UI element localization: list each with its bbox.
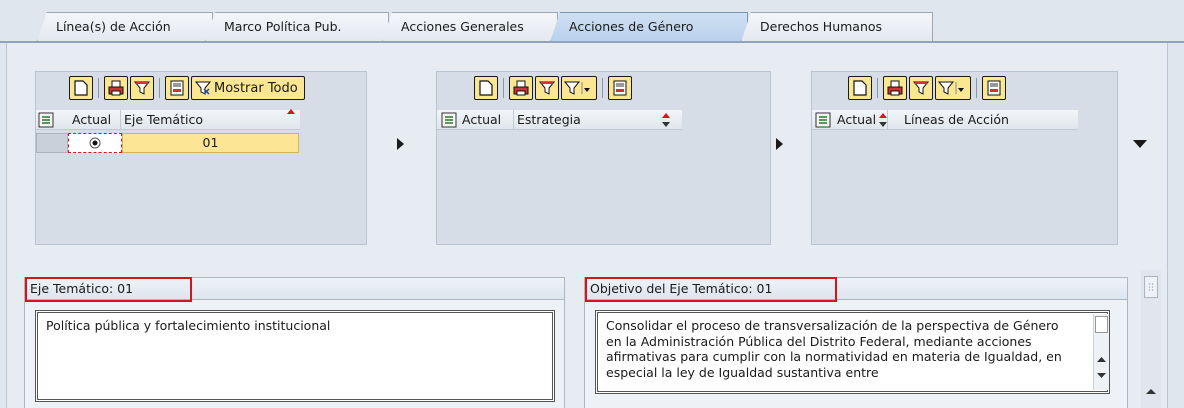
expand-right-icon[interactable] — [776, 138, 783, 150]
select-all-icon[interactable] — [815, 112, 831, 128]
toolbar-separator — [976, 78, 977, 98]
panel1-toolbar: Mostrar Todo — [69, 75, 305, 101]
filter-dropdown-icon[interactable] — [935, 76, 971, 100]
new-document-icon[interactable] — [69, 76, 93, 100]
panel2-header: Actual Estrategia — [437, 110, 682, 130]
panel3-header: Actual Líneas de Acción — [812, 110, 1078, 130]
tab-acciones-genero[interactable]: Acciones de Género — [550, 12, 748, 42]
page-scroll-thumb[interactable] — [1144, 276, 1158, 298]
tab-strip: Línea(s) de Acción Marco Política Pub. A… — [0, 0, 1184, 42]
filter-icon[interactable] — [130, 76, 154, 100]
col-eje-tematico[interactable]: Eje Temático — [121, 110, 299, 130]
toolbar-separator — [877, 78, 878, 98]
panel3-toolbar — [848, 75, 1006, 101]
actual-cell[interactable] — [68, 133, 122, 153]
highlight-eje-title — [25, 277, 192, 302]
objetivo-scrollbar[interactable] — [1093, 314, 1109, 390]
export-icon[interactable] — [982, 76, 1006, 100]
highlight-objetivo-title — [585, 277, 837, 302]
scroll-down-icon[interactable] — [1097, 372, 1106, 379]
toolbar-separator — [98, 78, 99, 98]
objetivo-text[interactable]: Consolidar el proceso de transversalizac… — [595, 310, 1110, 394]
tab-derechos-humanos[interactable]: Derechos Humanos — [741, 12, 933, 42]
print-icon[interactable] — [883, 76, 907, 100]
sort-asc-icon[interactable] — [287, 108, 295, 120]
col-estrategia[interactable]: Estrategia — [514, 110, 682, 130]
toolbar-separator — [159, 78, 160, 98]
new-document-icon[interactable] — [474, 76, 498, 100]
new-document-icon[interactable] — [848, 76, 872, 100]
grip-icon — [1149, 283, 1153, 291]
sort-icon[interactable] — [879, 112, 887, 128]
radio-selected-icon[interactable] — [89, 137, 101, 149]
export-icon[interactable] — [165, 76, 189, 100]
mostrar-todo-label: Mostrar Todo — [214, 80, 298, 96]
show-all-icon — [195, 81, 211, 95]
tab-lineas-accion[interactable]: Línea(s) de Acción — [37, 12, 213, 42]
scroll-thumb[interactable] — [1095, 316, 1108, 333]
col-actual[interactable]: Actual — [69, 110, 121, 130]
expand-right-icon[interactable] — [397, 138, 404, 150]
print-icon[interactable] — [509, 76, 533, 100]
table-row[interactable]: 01 — [36, 133, 300, 153]
filter-dropdown-icon[interactable] — [561, 76, 597, 100]
page-scroll-up-icon[interactable] — [1146, 388, 1156, 395]
print-icon[interactable] — [104, 76, 128, 100]
tab-marco-politica[interactable]: Marco Política Pub. — [205, 12, 389, 42]
col-lineas-accion[interactable]: Líneas de Acción — [888, 110, 1078, 130]
export-icon[interactable] — [608, 76, 632, 100]
scroll-up-icon[interactable] — [1097, 356, 1106, 363]
row-selector[interactable] — [36, 133, 68, 153]
eje-tematico-text[interactable]: Política pública y fortalecimiento insti… — [35, 310, 555, 402]
select-all-icon[interactable] — [38, 112, 54, 128]
eje-value-cell[interactable]: 01 — [122, 133, 299, 153]
filter-icon[interactable] — [535, 76, 559, 100]
expand-down-icon[interactable] — [1133, 140, 1147, 148]
select-all-icon[interactable] — [441, 112, 457, 128]
panel1-header: Actual Eje Temático — [36, 108, 300, 130]
mostrar-todo-button[interactable]: Mostrar Todo — [191, 76, 305, 100]
page-scrollbar[interactable] — [1141, 270, 1161, 408]
sort-icon[interactable] — [662, 112, 670, 128]
col-actual[interactable]: Actual — [459, 110, 514, 130]
toolbar-separator — [602, 78, 603, 98]
filter-icon[interactable] — [909, 76, 933, 100]
panel2-toolbar — [474, 75, 632, 101]
toolbar-separator — [503, 78, 504, 98]
tab-acciones-generales[interactable]: Acciones Generales — [382, 12, 558, 42]
